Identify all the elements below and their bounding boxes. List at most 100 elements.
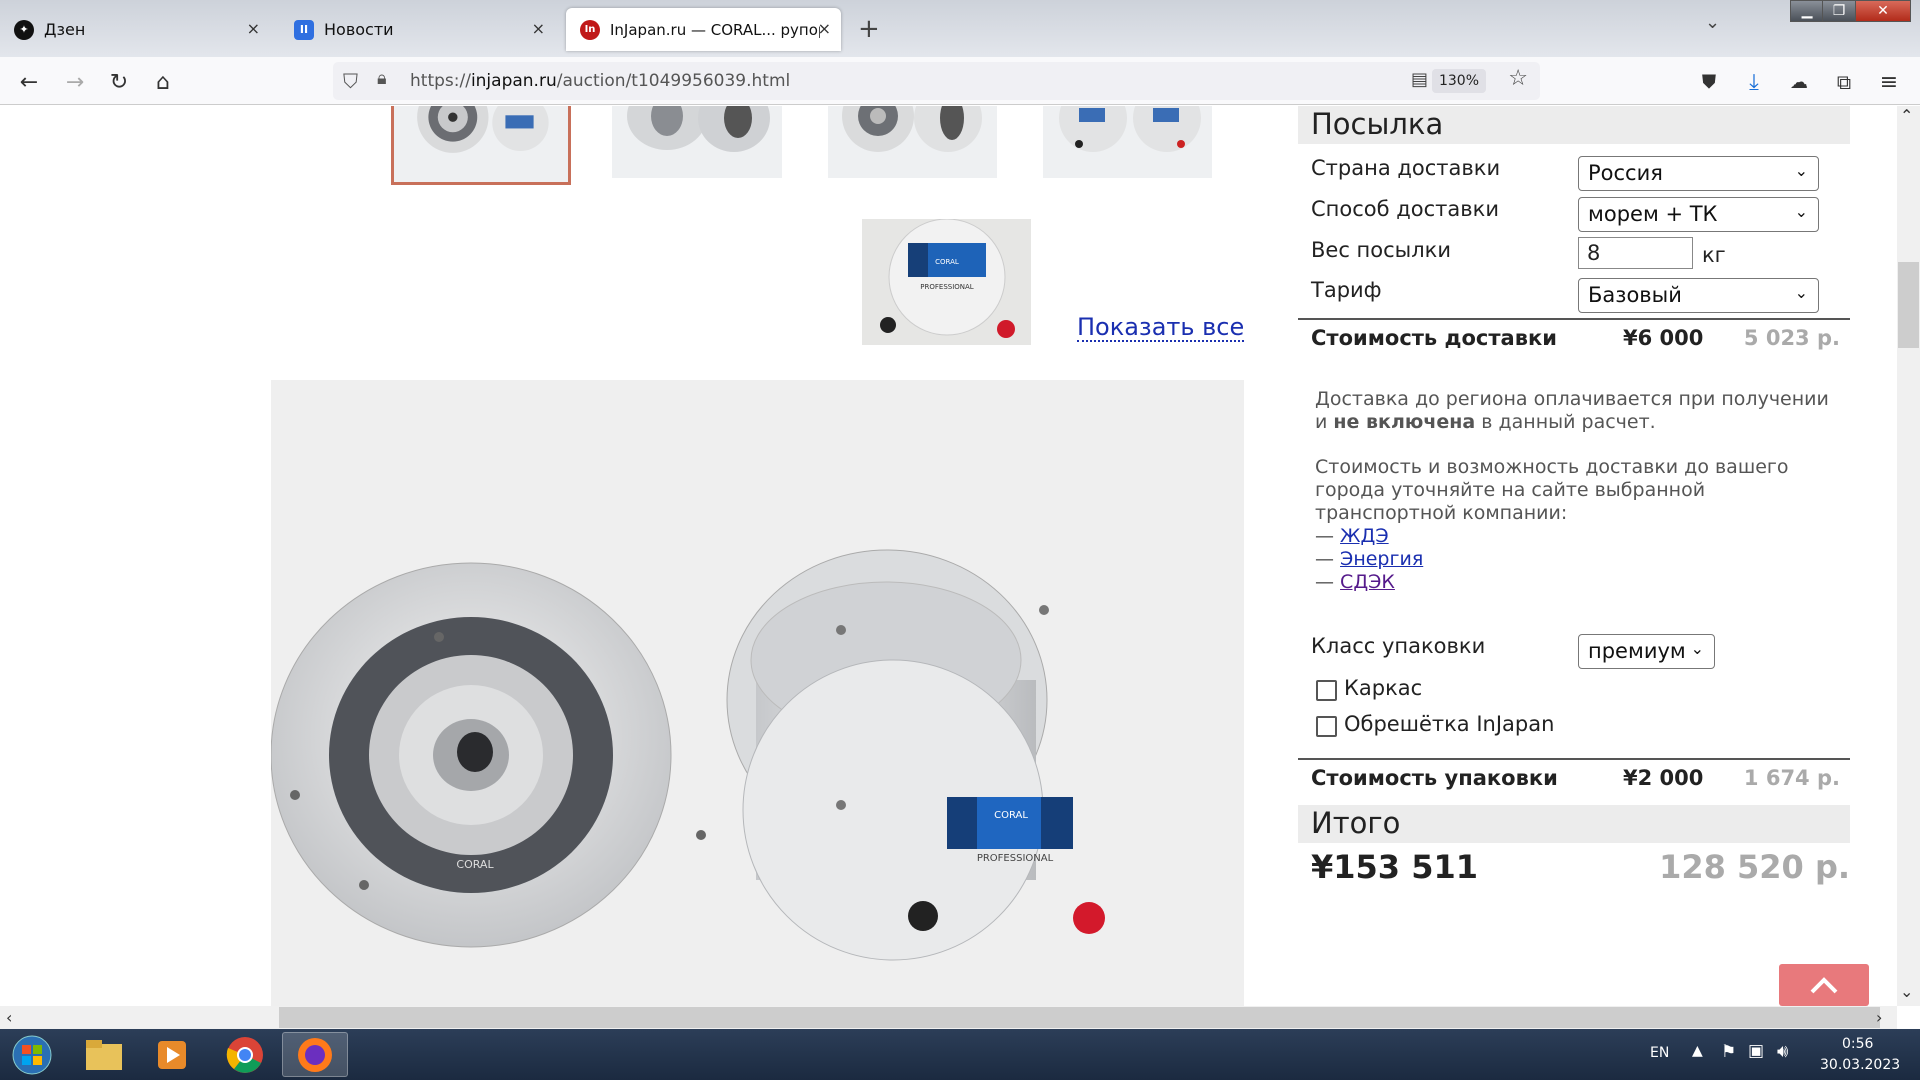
tab-dzen[interactable]: ✦ Дзен × [0, 8, 270, 51]
url-text[interactable]: https://injapan.ru/auction/t1049956039.h… [410, 71, 790, 91]
menu-icon[interactable]: ≡ [1874, 67, 1904, 97]
pack-class-label: Класс упаковки [1311, 634, 1486, 658]
delivery-cost-rub: 5 023 р. [1743, 326, 1840, 350]
close-tab-icon[interactable]: × [532, 19, 545, 38]
scroll-to-top-button[interactable] [1779, 964, 1869, 1006]
tariff-select[interactable]: Базовый ⌄ [1578, 278, 1819, 313]
carrier-link-zhde[interactable]: ЖДЭ [1340, 525, 1389, 547]
show-all-link[interactable]: Показать все [1077, 314, 1245, 343]
tray-expand-icon[interactable]: ▲ [1692, 1043, 1703, 1059]
new-tab-button[interactable]: + [858, 14, 880, 44]
scroll-left-arrow[interactable]: ‹ [6, 1008, 12, 1027]
volume-icon[interactable]: 🔊︎ [1777, 1041, 1788, 1062]
back-icon[interactable]: ← [14, 67, 44, 97]
scroll-down-arrow[interactable]: ⌄ [1900, 982, 1913, 1001]
horizontal-scrollbar-thumb[interactable] [279, 1007, 1880, 1028]
country-select[interactable]: Россия ⌄ [1578, 156, 1819, 191]
url-bar[interactable]: ⛉ 🔒︎ https://injapan.ru/auction/t1049956… [333, 62, 1540, 100]
downloads-icon[interactable]: ⤓ [1739, 67, 1769, 97]
tab-news[interactable]: II Новости × [280, 8, 555, 51]
zoom-level[interactable]: 130% [1431, 69, 1486, 93]
speaker-photo [627, 106, 770, 152]
vertical-scrollbar[interactable] [1897, 106, 1920, 1006]
parcel-calculator: Посылка Страна доставки Россия ⌄ Способ … [1298, 106, 1850, 886]
media-player-taskbar-button[interactable] [140, 1032, 204, 1077]
pack-cost-yen: ¥2 000 [1623, 766, 1704, 790]
frame-checkbox[interactable] [1316, 680, 1337, 701]
close-tab-icon[interactable]: × [247, 19, 260, 38]
total-heading: Итого [1298, 805, 1850, 843]
chevron-down-icon: ⌄ [1794, 161, 1808, 180]
clock-date[interactable]: 30.03.2023 [1820, 1057, 1900, 1073]
total-yen: ¥153 511 [1311, 848, 1478, 886]
vertical-scrollbar-thumb[interactable] [1898, 262, 1919, 348]
home-icon[interactable]: ⌂ [148, 67, 178, 97]
gallery-thumbnail[interactable] [1043, 106, 1212, 178]
lock-icon[interactable]: 🔒︎ [377, 68, 387, 89]
action-center-icon[interactable]: ⚑ [1721, 1042, 1736, 1062]
minimize-button[interactable]: ▁ [1790, 0, 1824, 22]
delivery-method-select[interactable]: морем + ТК ⌄ [1578, 197, 1819, 232]
windows-start-icon [12, 1035, 52, 1074]
scroll-up-arrow[interactable]: ⌃ [1900, 106, 1913, 125]
folder-icon [86, 1039, 122, 1070]
pack-class-select[interactable]: премиум ⌄ [1578, 634, 1715, 669]
account-icon[interactable]: ☁ [1784, 67, 1814, 97]
speaker-photo [1059, 106, 1201, 152]
carrier-link-energy[interactable]: Энергия [1340, 548, 1423, 570]
tab-bar: ✦ Дзен × II Новости × In InJapan.ru — CO… [0, 0, 1920, 57]
crate-checkbox[interactable] [1316, 716, 1337, 737]
explorer-taskbar-button[interactable] [72, 1032, 136, 1077]
tab-injapan[interactable]: In InJapan.ru — CORAL... рупор т × [566, 8, 841, 51]
divider [1298, 758, 1850, 760]
maximize-button[interactable]: ❐ [1822, 0, 1856, 22]
bookmark-star-icon[interactable]: ☆ [1508, 66, 1528, 91]
pack-class-value: премиум [1588, 639, 1686, 663]
injapan-icon: In [580, 19, 600, 40]
total-rub: 128 520 р. [1659, 848, 1850, 886]
delivery-cost-yen: ¥6 000 [1623, 326, 1704, 350]
pocket-icon[interactable]: ⛊ [1694, 67, 1724, 97]
weight-input[interactable]: 8 [1578, 237, 1693, 269]
gallery-thumbnail[interactable] [828, 106, 997, 178]
close-tab-icon[interactable]: × [818, 19, 831, 38]
language-indicator[interactable]: EN [1650, 1045, 1669, 1061]
svg-text:PROFESSIONAL: PROFESSIONAL [977, 853, 1054, 864]
reload-icon[interactable]: ↻ [104, 67, 134, 97]
gallery-thumbnail[interactable]: CORAL PROFESSIONAL [862, 219, 1031, 345]
gallery-thumbnail[interactable] [612, 106, 782, 178]
firefox-taskbar-button[interactable] [282, 1032, 348, 1077]
tariff-label: Тариф [1311, 278, 1382, 302]
reader-view-icon[interactable]: ▤ [1411, 69, 1428, 90]
chevron-down-icon: ⌄ [1794, 283, 1808, 302]
tariff-value: Базовый [1588, 283, 1682, 307]
delivery-cost-label: Стоимость доставки [1311, 326, 1557, 350]
shield-icon[interactable]: ⛉ [343, 69, 358, 93]
weight-label: Вес посылки [1311, 238, 1452, 262]
start-button[interactable] [0, 1032, 64, 1077]
chevron-up-icon [1810, 977, 1838, 994]
chevron-down-icon: ⌄ [1690, 639, 1704, 658]
crate-label[interactable]: Обрешётка InJapan [1344, 712, 1554, 736]
list-tabs-icon[interactable]: ⌄ [1705, 12, 1720, 33]
chrome-taskbar-button[interactable] [213, 1032, 277, 1077]
gallery-thumbnail[interactable] [391, 106, 571, 185]
main-product-image[interactable]: CORAL CORAL PROFESSIONAL [270, 380, 1244, 1006]
page-content: CORAL PROFESSIONAL Показать все CORAL CO… [0, 106, 1897, 1006]
svg-text:CORAL: CORAL [456, 858, 494, 871]
close-window-button[interactable]: ✕ [1855, 0, 1911, 22]
delivery-note: Доставка до региона оплачивается при пол… [1315, 388, 1829, 433]
news-icon: II [294, 19, 314, 40]
network-icon[interactable]: ▣ [1748, 1041, 1764, 1061]
extensions-icon[interactable]: ⧉ [1829, 67, 1859, 97]
carrier-link-cdek[interactable]: СДЭК [1340, 571, 1395, 593]
pack-cost-rub: 1 674 р. [1743, 766, 1840, 790]
frame-label[interactable]: Каркас [1344, 676, 1422, 700]
carrier-note: Стоимость и возможность доставки до ваше… [1315, 456, 1789, 593]
clock-time[interactable]: 0:56 [1842, 1036, 1873, 1052]
forward-icon[interactable]: → [60, 67, 90, 97]
scroll-right-arrow[interactable]: › [1876, 1008, 1882, 1027]
weight-unit: кг [1702, 243, 1726, 267]
svg-text:PROFESSIONAL: PROFESSIONAL [920, 283, 974, 291]
speaker-photo [417, 106, 549, 153]
